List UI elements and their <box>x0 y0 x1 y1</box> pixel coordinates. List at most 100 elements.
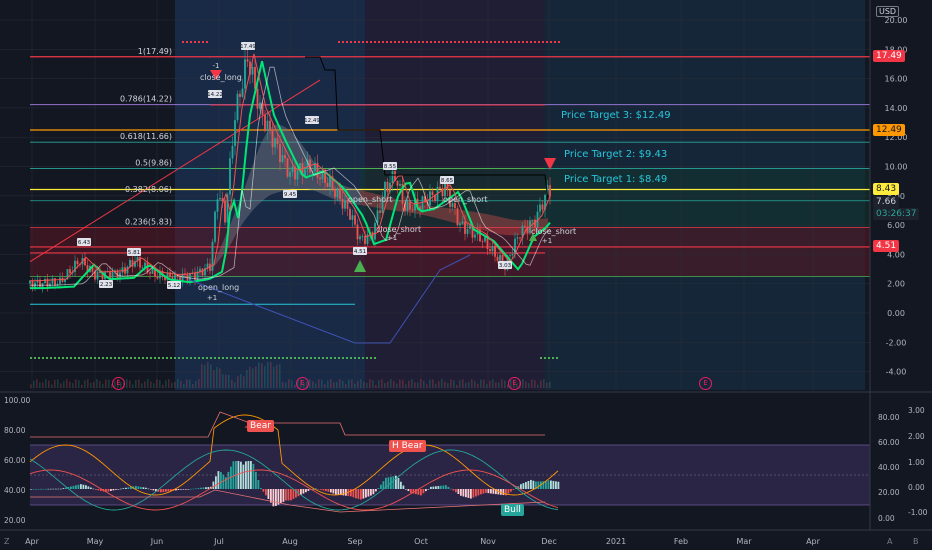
volume-bar <box>132 384 134 388</box>
volume-bar <box>252 368 254 388</box>
osc-right-tick: 2.00 <box>908 432 925 441</box>
signal-dot <box>154 357 156 359</box>
earnings-event-icon[interactable]: E <box>296 377 309 390</box>
osc-hist-bar <box>285 489 287 501</box>
candle-body <box>379 210 381 213</box>
volume-bar <box>174 381 176 388</box>
candle-body <box>466 229 469 234</box>
candle-body <box>399 184 401 186</box>
signal-dot <box>294 357 296 359</box>
volume-bar <box>324 384 326 388</box>
volume-bar <box>378 380 380 388</box>
osc-hist-bar <box>550 480 552 489</box>
timezone-icon[interactable]: Z <box>4 537 9 546</box>
volume-bar <box>210 364 212 388</box>
volume-bar <box>453 380 455 388</box>
osc-hist-bar <box>120 488 122 490</box>
signal-dot <box>254 357 256 359</box>
osc-hist-bar <box>370 489 372 496</box>
auto-scale-button[interactable]: A <box>887 537 892 546</box>
volume-bar <box>159 380 161 388</box>
osc-hist-bar <box>332 489 335 494</box>
osc-hist-bar <box>135 485 137 489</box>
osc-hist-bar <box>212 481 215 489</box>
volume-bar <box>276 364 278 388</box>
volume-bar <box>387 381 389 388</box>
osc-hist-bar <box>127 487 130 489</box>
osc-hist-bar <box>397 478 400 489</box>
volume-bar <box>162 384 164 388</box>
signal-dot <box>326 357 328 359</box>
price-target-3: Price Target 3: $12.49 <box>561 110 671 121</box>
volume-bar <box>549 381 551 388</box>
osc-hist-bar <box>275 489 277 506</box>
candle-body <box>111 272 114 279</box>
osc-hist-bar <box>365 489 367 498</box>
osc-hist-bar <box>260 488 262 489</box>
signal-dot <box>130 357 132 359</box>
volume-bar <box>495 382 497 388</box>
candle-body <box>31 280 34 288</box>
signal-dot <box>206 357 208 359</box>
volume-bar <box>213 370 215 388</box>
signal-dot <box>186 357 188 359</box>
signal-dot <box>250 357 252 359</box>
volume-bar <box>336 382 338 388</box>
osc-hist-bar <box>427 488 430 490</box>
volume-bar <box>135 379 137 388</box>
osc-hist-bar <box>250 461 252 489</box>
osc-hist-bar <box>192 488 195 490</box>
volume-bar <box>327 380 329 388</box>
osc-hist-bar <box>330 489 332 493</box>
earnings-event-icon[interactable]: E <box>508 377 521 390</box>
osc-hist-bar <box>322 489 325 491</box>
log-scale-button[interactable]: B <box>913 537 919 546</box>
fib-label: 0.786(14.22) <box>120 95 172 104</box>
volume-bar <box>204 364 206 388</box>
signal-dot <box>286 357 288 359</box>
signal-dot <box>266 357 268 359</box>
osc-hist-bar <box>45 488 47 490</box>
price-target-2: Price Target 2: $9.43 <box>564 149 668 160</box>
osc-right-tick: 3.00 <box>908 406 925 415</box>
volume-bar <box>546 382 548 388</box>
signal-dot <box>42 357 44 359</box>
price-chart[interactable]: 20.0018.0016.0014.0012.0010.008.006.004.… <box>0 0 932 550</box>
osc-hist-bar <box>485 489 487 493</box>
signal-dot <box>552 357 554 359</box>
candle-body <box>509 255 511 257</box>
candle-body <box>236 93 239 121</box>
volume-bar <box>270 361 272 388</box>
osc-hist-bar <box>470 489 472 499</box>
candle-body <box>274 138 276 148</box>
osc-hist-bar <box>342 489 345 496</box>
candle-body <box>376 210 379 223</box>
volume-bar <box>144 381 146 388</box>
osc-hist-bar <box>435 486 437 489</box>
osc-hist-bar <box>222 474 225 489</box>
osc-hist-bar <box>167 489 170 492</box>
signal-dot <box>334 357 336 359</box>
signal-dot <box>278 357 280 359</box>
osc-hist-bar <box>325 489 327 492</box>
signal-dot <box>544 357 546 359</box>
signal-dot <box>548 357 550 359</box>
signal-dot <box>262 357 264 359</box>
earnings-event-icon[interactable]: E <box>112 377 125 390</box>
osc-hist-bar <box>460 489 462 496</box>
pivot-label: 8.55 <box>384 164 397 170</box>
time-axis-label: Jul <box>213 537 224 546</box>
signal-dot <box>282 357 284 359</box>
earnings-event-icon[interactable]: E <box>699 377 712 390</box>
candle-body <box>359 236 361 240</box>
osc-left-tick: 20.00 <box>4 516 26 525</box>
osc-hist-bar <box>510 489 512 492</box>
volume-bar <box>255 366 257 388</box>
volume-bar <box>87 379 89 388</box>
volume-bar <box>63 381 65 388</box>
volume-bar <box>201 364 203 388</box>
osc-hist-bar <box>525 482 527 489</box>
osc-hist-bar <box>122 488 125 489</box>
time-axis-label: Sep <box>347 537 362 546</box>
candle-body <box>149 272 151 274</box>
